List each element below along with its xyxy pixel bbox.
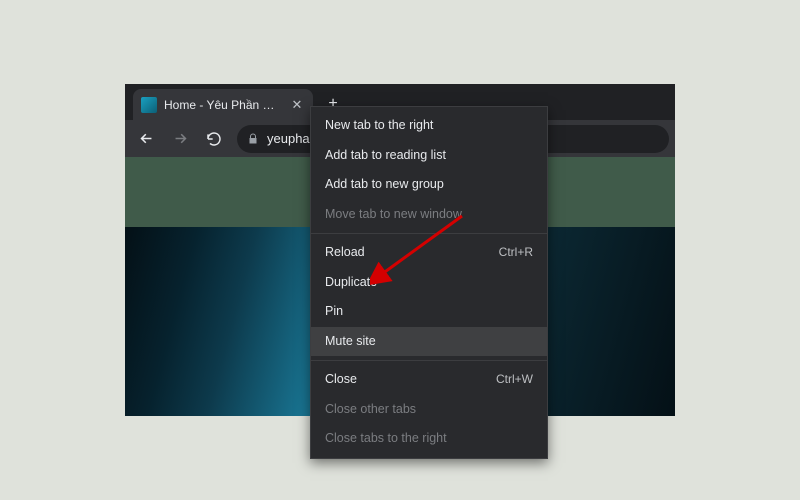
tab-title: Home - Yêu Phần Cứng [164,98,282,112]
browser-tab[interactable]: Home - Yêu Phần Cứng ✕ [133,89,313,120]
menu-close[interactable]: Close Ctrl+W [311,365,547,395]
menu-label: Close tabs to the right [325,430,447,448]
arrow-left-icon [138,130,155,147]
close-icon[interactable]: ✕ [289,97,305,113]
menu-label: Pin [325,303,343,321]
menu-label: New tab to the right [325,117,433,135]
menu-label: Close other tabs [325,401,416,419]
menu-close-right: Close tabs to the right [311,424,547,454]
menu-label: Add tab to reading list [325,147,446,165]
menu-mute-site[interactable]: Mute site [311,327,547,357]
menu-label: Add tab to new group [325,176,444,194]
url-text: yeuphar [267,131,314,146]
forward-button[interactable] [165,124,195,154]
menu-shortcut: Ctrl+W [496,371,533,388]
menu-duplicate[interactable]: Duplicate [311,268,547,298]
menu-label: Reload [325,244,365,262]
menu-reload[interactable]: Reload Ctrl+R [311,238,547,268]
menu-label: Duplicate [325,274,377,292]
menu-add-reading-list[interactable]: Add tab to reading list [311,141,547,171]
menu-separator [311,360,547,361]
menu-close-other: Close other tabs [311,395,547,425]
menu-new-tab-right[interactable]: New tab to the right [311,111,547,141]
menu-label: Move tab to new window [325,206,462,224]
menu-label: Mute site [325,333,376,351]
reload-button[interactable] [199,124,229,154]
favicon-icon [141,97,157,113]
menu-move-new-window: Move tab to new window [311,200,547,230]
menu-add-new-group[interactable]: Add tab to new group [311,170,547,200]
tab-context-menu: New tab to the right Add tab to reading … [310,106,548,459]
arrow-right-icon [172,130,189,147]
menu-shortcut: Ctrl+R [499,244,533,261]
menu-label: Close [325,371,357,389]
menu-separator [311,233,547,234]
reload-icon [206,131,222,147]
back-button[interactable] [131,124,161,154]
lock-icon [247,133,259,145]
menu-pin[interactable]: Pin [311,297,547,327]
